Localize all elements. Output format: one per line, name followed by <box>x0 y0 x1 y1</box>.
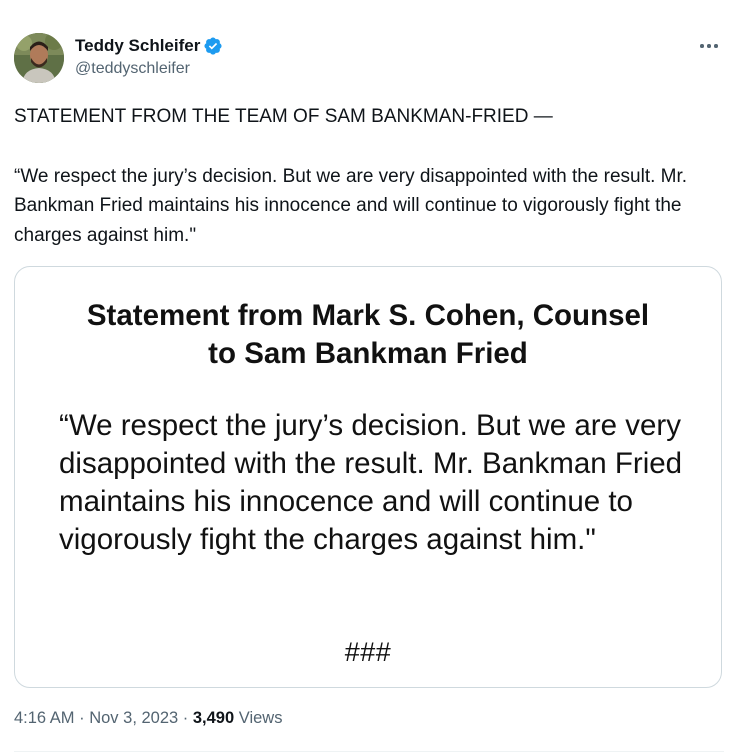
tweet-time[interactable]: 4:16 AM <box>14 709 75 727</box>
media-quote: “We respect the jury’s decision. But we … <box>59 409 683 556</box>
media-image[interactable]: Statement from Mark S. Cohen, Counsel to… <box>14 266 722 688</box>
media-title-line: to Sam Bankman Fried <box>208 337 528 370</box>
author-name-row: Teddy Schleifer <box>75 35 223 57</box>
tweet-meta: 4:16 AM · Nov 3, 2023 · 3,490 Views <box>14 709 282 728</box>
media-end-mark: ### <box>344 637 392 667</box>
views-label: Views <box>234 709 283 727</box>
tweet-date[interactable]: Nov 3, 2023 <box>89 709 178 727</box>
meta-separator: · <box>74 709 90 727</box>
divider <box>14 751 724 752</box>
more-options-button[interactable] <box>692 36 726 56</box>
tweet: Teddy Schleifer @teddyschleifer STATEMEN… <box>0 0 742 756</box>
more-horizontal-icon <box>700 44 704 48</box>
verified-badge-icon[interactable] <box>203 36 223 56</box>
avatar[interactable] <box>14 33 64 83</box>
tweet-paragraph: “We respect the jury’s decision. But we … <box>14 165 693 246</box>
meta-separator: · <box>178 709 193 727</box>
tweet-paragraph: STATEMENT FROM THE TEAM OF SAM BANKMAN-F… <box>14 106 553 127</box>
author-display-name[interactable]: Teddy Schleifer <box>75 36 200 56</box>
tweet-text: STATEMENT FROM THE TEAM OF SAM BANKMAN-F… <box>14 102 724 250</box>
author-handle[interactable]: @teddyschleifer <box>75 60 190 78</box>
media-title: Statement from Mark S. Cohen, Counsel to… <box>15 297 721 373</box>
views-count: 3,490 <box>192 709 235 727</box>
media-title-line: Statement from Mark S. Cohen, Counsel <box>86 299 650 332</box>
